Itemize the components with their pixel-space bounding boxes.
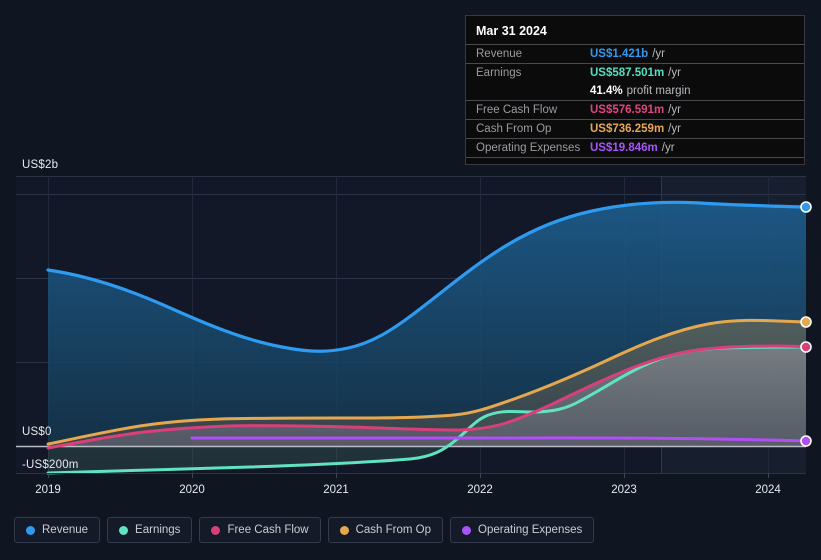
x-axis-label-2024: 2024 — [755, 484, 781, 496]
endpoint-revenue — [800, 201, 812, 213]
tooltip-date: Mar 31 2024 — [476, 24, 547, 38]
legend-dot-cash-from-op-icon — [339, 525, 349, 535]
tooltip-value-profit-margin: 41.4% — [590, 85, 623, 97]
tooltip-unit-cash-from-op: /yr — [668, 123, 681, 135]
legend-item-cash-from-op[interactable]: Cash From Op — [327, 517, 444, 543]
x-axis-label-2020: 2020 — [179, 484, 205, 496]
y-axis-label-bottom: -US$200m — [22, 459, 79, 471]
legend-item-revenue[interactable]: Revenue — [14, 517, 101, 543]
x-axis-label-2021: 2021 — [323, 484, 349, 496]
tooltip-value-cash-from-op: US$736.259m — [590, 123, 665, 135]
tooltip-unit-earnings: /yr — [668, 67, 681, 79]
legend-label-earnings: Earnings — [135, 524, 181, 536]
tooltip-unit-free-cash-flow: /yr — [668, 104, 681, 116]
legend-label-cash-from-op: Cash From Op — [355, 524, 432, 536]
y-axis-label-top: US$2b — [22, 159, 59, 171]
legend-dot-free-cash-flow-icon — [211, 525, 221, 535]
legend-label-operating-expenses: Operating Expenses — [478, 524, 583, 536]
tooltip-row-profit-margin: 41.4% profit margin — [466, 82, 804, 100]
tooltip-label-earnings: Earnings — [476, 67, 522, 79]
legend-dot-operating-expenses-icon — [462, 525, 472, 535]
tooltip-value-revenue: US$1.421b — [590, 48, 649, 60]
endpoint-operating-expenses — [800, 435, 812, 447]
x-axis-label-2022: 2022 — [467, 484, 493, 496]
tooltip-label-cash-from-op: Cash From Op — [476, 123, 552, 135]
legend-dot-earnings-icon — [119, 525, 129, 535]
tooltip-label-free-cash-flow: Free Cash Flow — [476, 104, 558, 116]
tooltip-value-operating-expenses: US$19.846m — [590, 142, 658, 154]
tooltip-unit-operating-expenses: /yr — [661, 142, 675, 154]
tooltip-row-free-cash-flow: Free Cash Flow US$576.591m /yr — [466, 100, 804, 119]
endpoint-cash-from-op — [800, 316, 812, 328]
y-axis-label-zero: US$0 — [22, 426, 52, 438]
legend-dot-revenue-icon — [26, 525, 35, 535]
tooltip-text-profit-margin: profit margin — [626, 85, 691, 97]
tooltip-value-earnings: US$587.501m — [590, 67, 665, 79]
legend-label-free-cash-flow: Free Cash Flow — [227, 524, 309, 536]
legend-label-revenue: Revenue — [42, 524, 89, 536]
tooltip-value-free-cash-flow: US$576.591m — [590, 104, 665, 116]
legend-item-earnings[interactable]: Earnings — [107, 517, 193, 543]
tooltip-unit-revenue: /yr — [652, 48, 665, 60]
tooltip-footer-rule — [466, 157, 804, 164]
x-axis-label-2023: 2023 — [611, 484, 637, 496]
tooltip-label-revenue: Revenue — [476, 48, 523, 60]
endpoint-free-cash-flow — [800, 341, 812, 353]
legend-item-free-cash-flow[interactable]: Free Cash Flow — [199, 517, 321, 543]
tooltip-row-operating-expenses: Operating Expenses US$19.846m /yr — [466, 138, 804, 157]
chart-legend: Revenue Earnings Free Cash Flow Cash Fro… — [14, 517, 595, 543]
tooltip-label-operating-expenses: Operating Expenses — [476, 142, 581, 154]
chart-tooltip: Mar 31 2024 Revenue US$1.421b /yr Earnin… — [465, 15, 805, 165]
legend-item-operating-expenses[interactable]: Operating Expenses — [450, 517, 595, 543]
tooltip-row-revenue: Revenue US$1.421b /yr — [466, 44, 804, 63]
tooltip-row-cash-from-op: Cash From Op US$736.259m /yr — [466, 119, 804, 138]
x-axis-label-2019: 2019 — [35, 484, 61, 496]
tooltip-row-earnings: Earnings US$587.501m /yr — [466, 63, 804, 82]
